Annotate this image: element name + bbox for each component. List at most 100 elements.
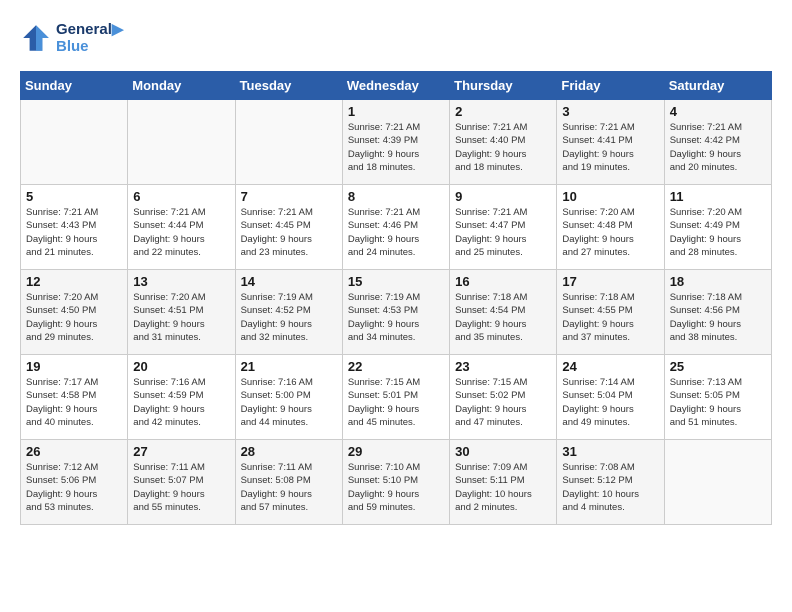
calendar-cell: 26 Sunrise: 7:12 AM Sunset: 5:06 PM Dayli… [21, 440, 128, 525]
weekday-header-thursday: Thursday [450, 72, 557, 100]
calendar-cell: 13 Sunrise: 7:20 AM Sunset: 4:51 PM Dayli… [128, 270, 235, 355]
day-info: Sunrise: 7:17 AM Sunset: 4:58 PM Dayligh… [26, 376, 122, 429]
calendar-cell [128, 100, 235, 185]
calendar-cell: 20 Sunrise: 7:16 AM Sunset: 4:59 PM Dayli… [128, 355, 235, 440]
day-number: 6 [133, 189, 229, 204]
day-info: Sunrise: 7:21 AM Sunset: 4:45 PM Dayligh… [241, 206, 337, 259]
day-number: 26 [26, 444, 122, 459]
week-row-1: 5 Sunrise: 7:21 AM Sunset: 4:43 PM Daylig… [21, 185, 772, 270]
day-info: Sunrise: 7:20 AM Sunset: 4:48 PM Dayligh… [562, 206, 658, 259]
day-number: 28 [241, 444, 337, 459]
day-info: Sunrise: 7:16 AM Sunset: 5:00 PM Dayligh… [241, 376, 337, 429]
day-number: 16 [455, 274, 551, 289]
day-info: Sunrise: 7:15 AM Sunset: 5:01 PM Dayligh… [348, 376, 444, 429]
calendar-cell: 29 Sunrise: 7:10 AM Sunset: 5:10 PM Dayli… [342, 440, 449, 525]
day-info: Sunrise: 7:10 AM Sunset: 5:10 PM Dayligh… [348, 461, 444, 514]
calendar-cell: 5 Sunrise: 7:21 AM Sunset: 4:43 PM Daylig… [21, 185, 128, 270]
calendar-cell: 16 Sunrise: 7:18 AM Sunset: 4:54 PM Dayli… [450, 270, 557, 355]
day-info: Sunrise: 7:18 AM Sunset: 4:56 PM Dayligh… [670, 291, 766, 344]
day-info: Sunrise: 7:12 AM Sunset: 5:06 PM Dayligh… [26, 461, 122, 514]
day-info: Sunrise: 7:21 AM Sunset: 4:43 PM Dayligh… [26, 206, 122, 259]
day-info: Sunrise: 7:21 AM Sunset: 4:41 PM Dayligh… [562, 121, 658, 174]
day-number: 19 [26, 359, 122, 374]
day-number: 7 [241, 189, 337, 204]
day-number: 14 [241, 274, 337, 289]
calendar-cell: 10 Sunrise: 7:20 AM Sunset: 4:48 PM Dayli… [557, 185, 664, 270]
day-number: 3 [562, 104, 658, 119]
day-info: Sunrise: 7:19 AM Sunset: 4:53 PM Dayligh… [348, 291, 444, 344]
day-info: Sunrise: 7:09 AM Sunset: 5:11 PM Dayligh… [455, 461, 551, 514]
day-number: 15 [348, 274, 444, 289]
calendar-cell: 15 Sunrise: 7:19 AM Sunset: 4:53 PM Dayli… [342, 270, 449, 355]
day-info: Sunrise: 7:18 AM Sunset: 4:54 PM Dayligh… [455, 291, 551, 344]
page-header: General▶ Blue [20, 20, 772, 55]
day-number: 22 [348, 359, 444, 374]
calendar-cell [235, 100, 342, 185]
day-info: Sunrise: 7:13 AM Sunset: 5:05 PM Dayligh… [670, 376, 766, 429]
calendar-cell: 28 Sunrise: 7:11 AM Sunset: 5:08 PM Dayli… [235, 440, 342, 525]
day-info: Sunrise: 7:15 AM Sunset: 5:02 PM Dayligh… [455, 376, 551, 429]
calendar-cell: 18 Sunrise: 7:18 AM Sunset: 4:56 PM Dayli… [664, 270, 771, 355]
day-number: 23 [455, 359, 551, 374]
day-info: Sunrise: 7:14 AM Sunset: 5:04 PM Dayligh… [562, 376, 658, 429]
day-number: 13 [133, 274, 229, 289]
day-info: Sunrise: 7:16 AM Sunset: 4:59 PM Dayligh… [133, 376, 229, 429]
day-info: Sunrise: 7:21 AM Sunset: 4:40 PM Dayligh… [455, 121, 551, 174]
day-info: Sunrise: 7:21 AM Sunset: 4:42 PM Dayligh… [670, 121, 766, 174]
calendar-cell: 25 Sunrise: 7:13 AM Sunset: 5:05 PM Dayli… [664, 355, 771, 440]
day-number: 5 [26, 189, 122, 204]
calendar-cell: 9Sunrise: 7:21 AM Sunset: 4:47 PM Daylig… [450, 185, 557, 270]
calendar-cell [664, 440, 771, 525]
calendar-cell: 23 Sunrise: 7:15 AM Sunset: 5:02 PM Dayli… [450, 355, 557, 440]
week-row-3: 19 Sunrise: 7:17 AM Sunset: 4:58 PM Dayli… [21, 355, 772, 440]
logo-icon [20, 22, 52, 54]
calendar-cell: 2 Sunrise: 7:21 AM Sunset: 4:40 PM Daylig… [450, 100, 557, 185]
calendar-cell: 8 Sunrise: 7:21 AM Sunset: 4:46 PM Daylig… [342, 185, 449, 270]
day-info: Sunrise: 7:21 AM Sunset: 4:44 PM Dayligh… [133, 206, 229, 259]
day-number: 10 [562, 189, 658, 204]
day-number: 24 [562, 359, 658, 374]
day-number: 20 [133, 359, 229, 374]
weekday-header-saturday: Saturday [664, 72, 771, 100]
weekday-header-monday: Monday [128, 72, 235, 100]
day-number: 2 [455, 104, 551, 119]
day-number: 17 [562, 274, 658, 289]
weekday-header-wednesday: Wednesday [342, 72, 449, 100]
day-number: 25 [670, 359, 766, 374]
calendar-cell: 19 Sunrise: 7:17 AM Sunset: 4:58 PM Dayli… [21, 355, 128, 440]
day-info: Sunrise: 7:20 AM Sunset: 4:50 PM Dayligh… [26, 291, 122, 344]
day-number: 29 [348, 444, 444, 459]
weekday-header-friday: Friday [557, 72, 664, 100]
day-info: Sunrise: 7:20 AM Sunset: 4:51 PM Dayligh… [133, 291, 229, 344]
calendar-cell [21, 100, 128, 185]
day-info: Sunrise: 7:18 AM Sunset: 4:55 PM Dayligh… [562, 291, 658, 344]
day-info: Sunrise: 7:21 AM Sunset: 4:39 PM Dayligh… [348, 121, 444, 174]
weekday-header-sunday: Sunday [21, 72, 128, 100]
day-number: 27 [133, 444, 229, 459]
day-number: 30 [455, 444, 551, 459]
calendar-cell: 31 Sunrise: 7:08 AM Sunset: 5:12 PM Dayli… [557, 440, 664, 525]
calendar-cell: 24 Sunrise: 7:14 AM Sunset: 5:04 PM Dayli… [557, 355, 664, 440]
day-number: 1 [348, 104, 444, 119]
calendar-cell: 21Sunrise: 7:16 AM Sunset: 5:00 PM Dayli… [235, 355, 342, 440]
day-number: 31 [562, 444, 658, 459]
calendar-cell: 14Sunrise: 7:19 AM Sunset: 4:52 PM Dayli… [235, 270, 342, 355]
day-number: 11 [670, 189, 766, 204]
calendar-table: SundayMondayTuesdayWednesdayThursdayFrid… [20, 71, 772, 525]
day-number: 9 [455, 189, 551, 204]
calendar-cell: 22 Sunrise: 7:15 AM Sunset: 5:01 PM Dayli… [342, 355, 449, 440]
calendar-cell: 12 Sunrise: 7:20 AM Sunset: 4:50 PM Dayli… [21, 270, 128, 355]
calendar-cell: 7 Sunrise: 7:21 AM Sunset: 4:45 PM Daylig… [235, 185, 342, 270]
day-info: Sunrise: 7:08 AM Sunset: 5:12 PM Dayligh… [562, 461, 658, 514]
logo: General▶ Blue [20, 20, 123, 55]
day-number: 8 [348, 189, 444, 204]
calendar-cell: 3 Sunrise: 7:21 AM Sunset: 4:41 PM Daylig… [557, 100, 664, 185]
day-info: Sunrise: 7:11 AM Sunset: 5:08 PM Dayligh… [241, 461, 337, 514]
calendar-cell: 17 Sunrise: 7:18 AM Sunset: 4:55 PM Dayli… [557, 270, 664, 355]
day-number: 18 [670, 274, 766, 289]
weekday-header-row: SundayMondayTuesdayWednesdayThursdayFrid… [21, 72, 772, 100]
calendar-cell: 30 Sunrise: 7:09 AM Sunset: 5:11 PM Dayli… [450, 440, 557, 525]
day-number: 12 [26, 274, 122, 289]
day-info: Sunrise: 7:21 AM Sunset: 4:46 PM Dayligh… [348, 206, 444, 259]
calendar-cell: 27Sunrise: 7:11 AM Sunset: 5:07 PM Dayli… [128, 440, 235, 525]
